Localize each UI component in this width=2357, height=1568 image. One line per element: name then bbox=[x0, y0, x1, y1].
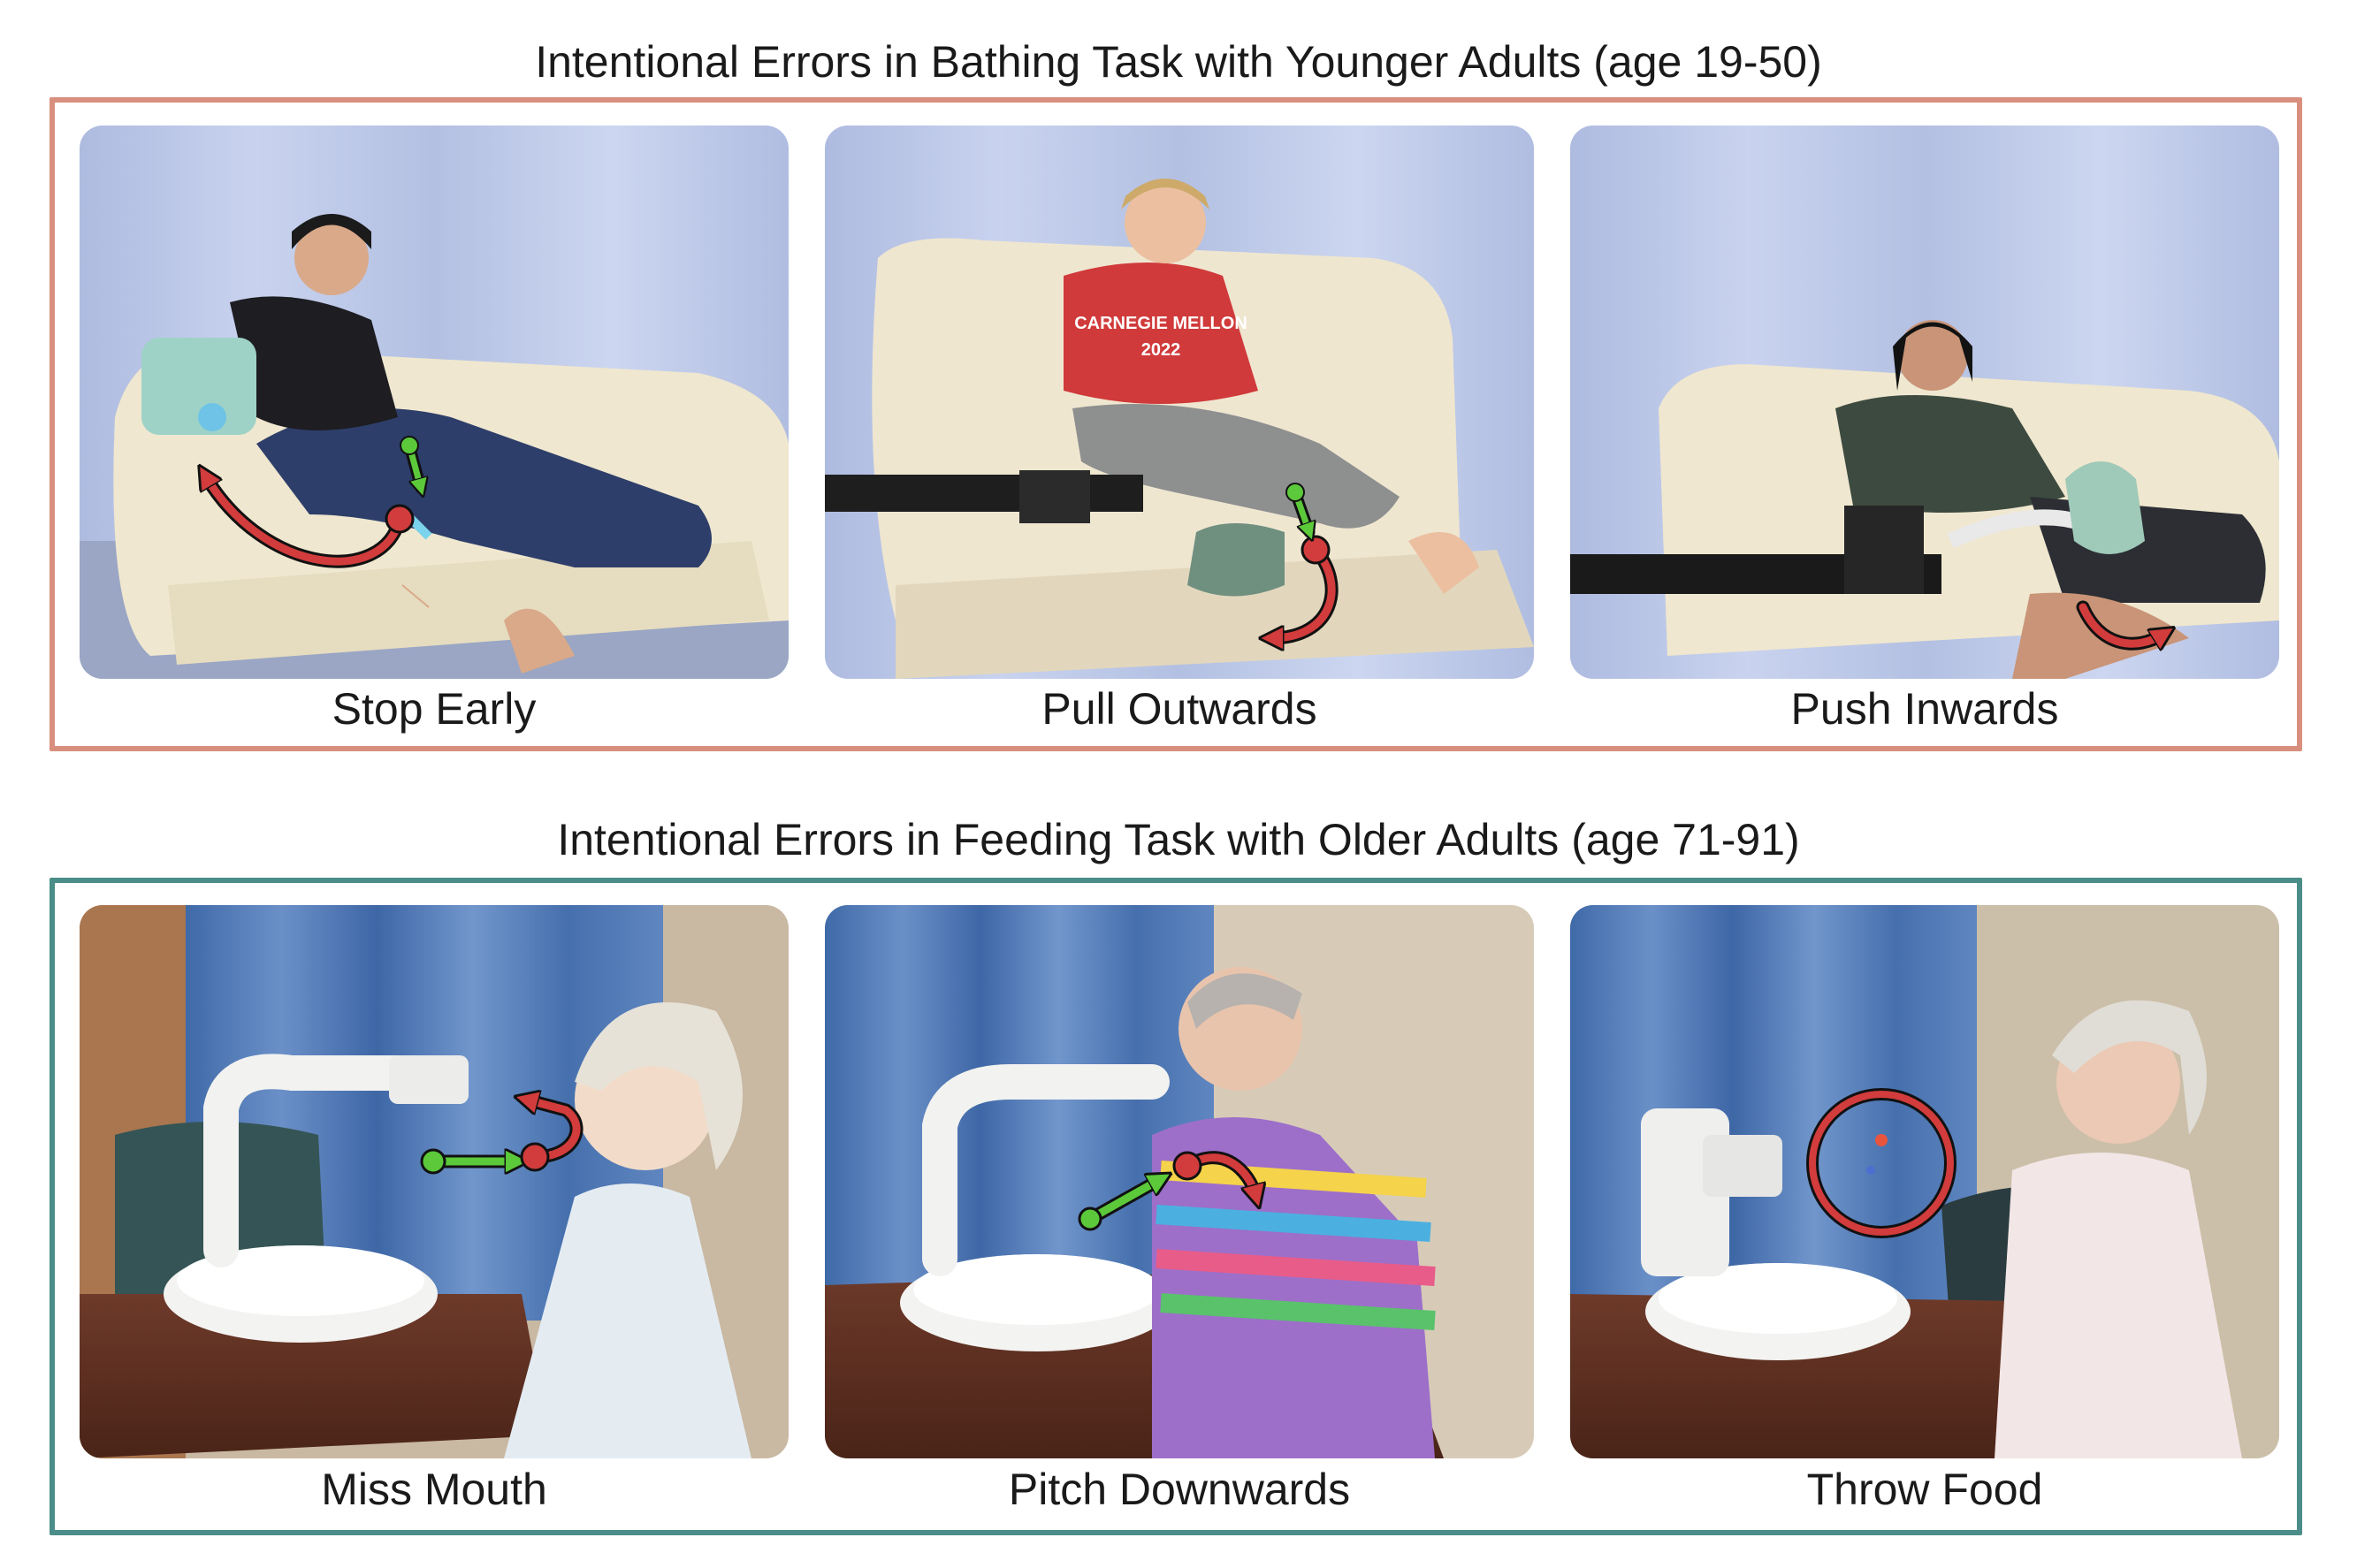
caption-pull-outwards: Pull Outwards bbox=[1041, 684, 1317, 734]
caption-push-inwards: Push Inwards bbox=[1790, 684, 2059, 734]
photo-pull-outwards: CARNEGIE MELLON 2022 bbox=[825, 126, 1534, 679]
caption-miss-mouth: Miss Mouth bbox=[321, 1465, 547, 1514]
photo-push-inwards bbox=[1570, 126, 2279, 679]
shirt-brand-text: CARNEGIE MELLON bbox=[1074, 314, 1247, 333]
photo-stop-early bbox=[80, 126, 789, 679]
caption-stop-early: Stop Early bbox=[332, 684, 537, 734]
section-title-feeding: Intentional Errors in Feeding Task with … bbox=[557, 815, 1800, 864]
photo-miss-mouth bbox=[80, 905, 789, 1458]
section-title-bathing: Intentional Errors in Bathing Task with … bbox=[535, 37, 1822, 87]
caption-throw-food: Throw Food bbox=[1806, 1465, 2043, 1514]
photo-pitch-downwards bbox=[825, 905, 1534, 1458]
photo-throw-food bbox=[1570, 905, 2279, 1458]
caption-pitch-downwards: Pitch Downwards bbox=[1008, 1465, 1351, 1514]
shirt-year-text: 2022 bbox=[1141, 340, 1181, 360]
